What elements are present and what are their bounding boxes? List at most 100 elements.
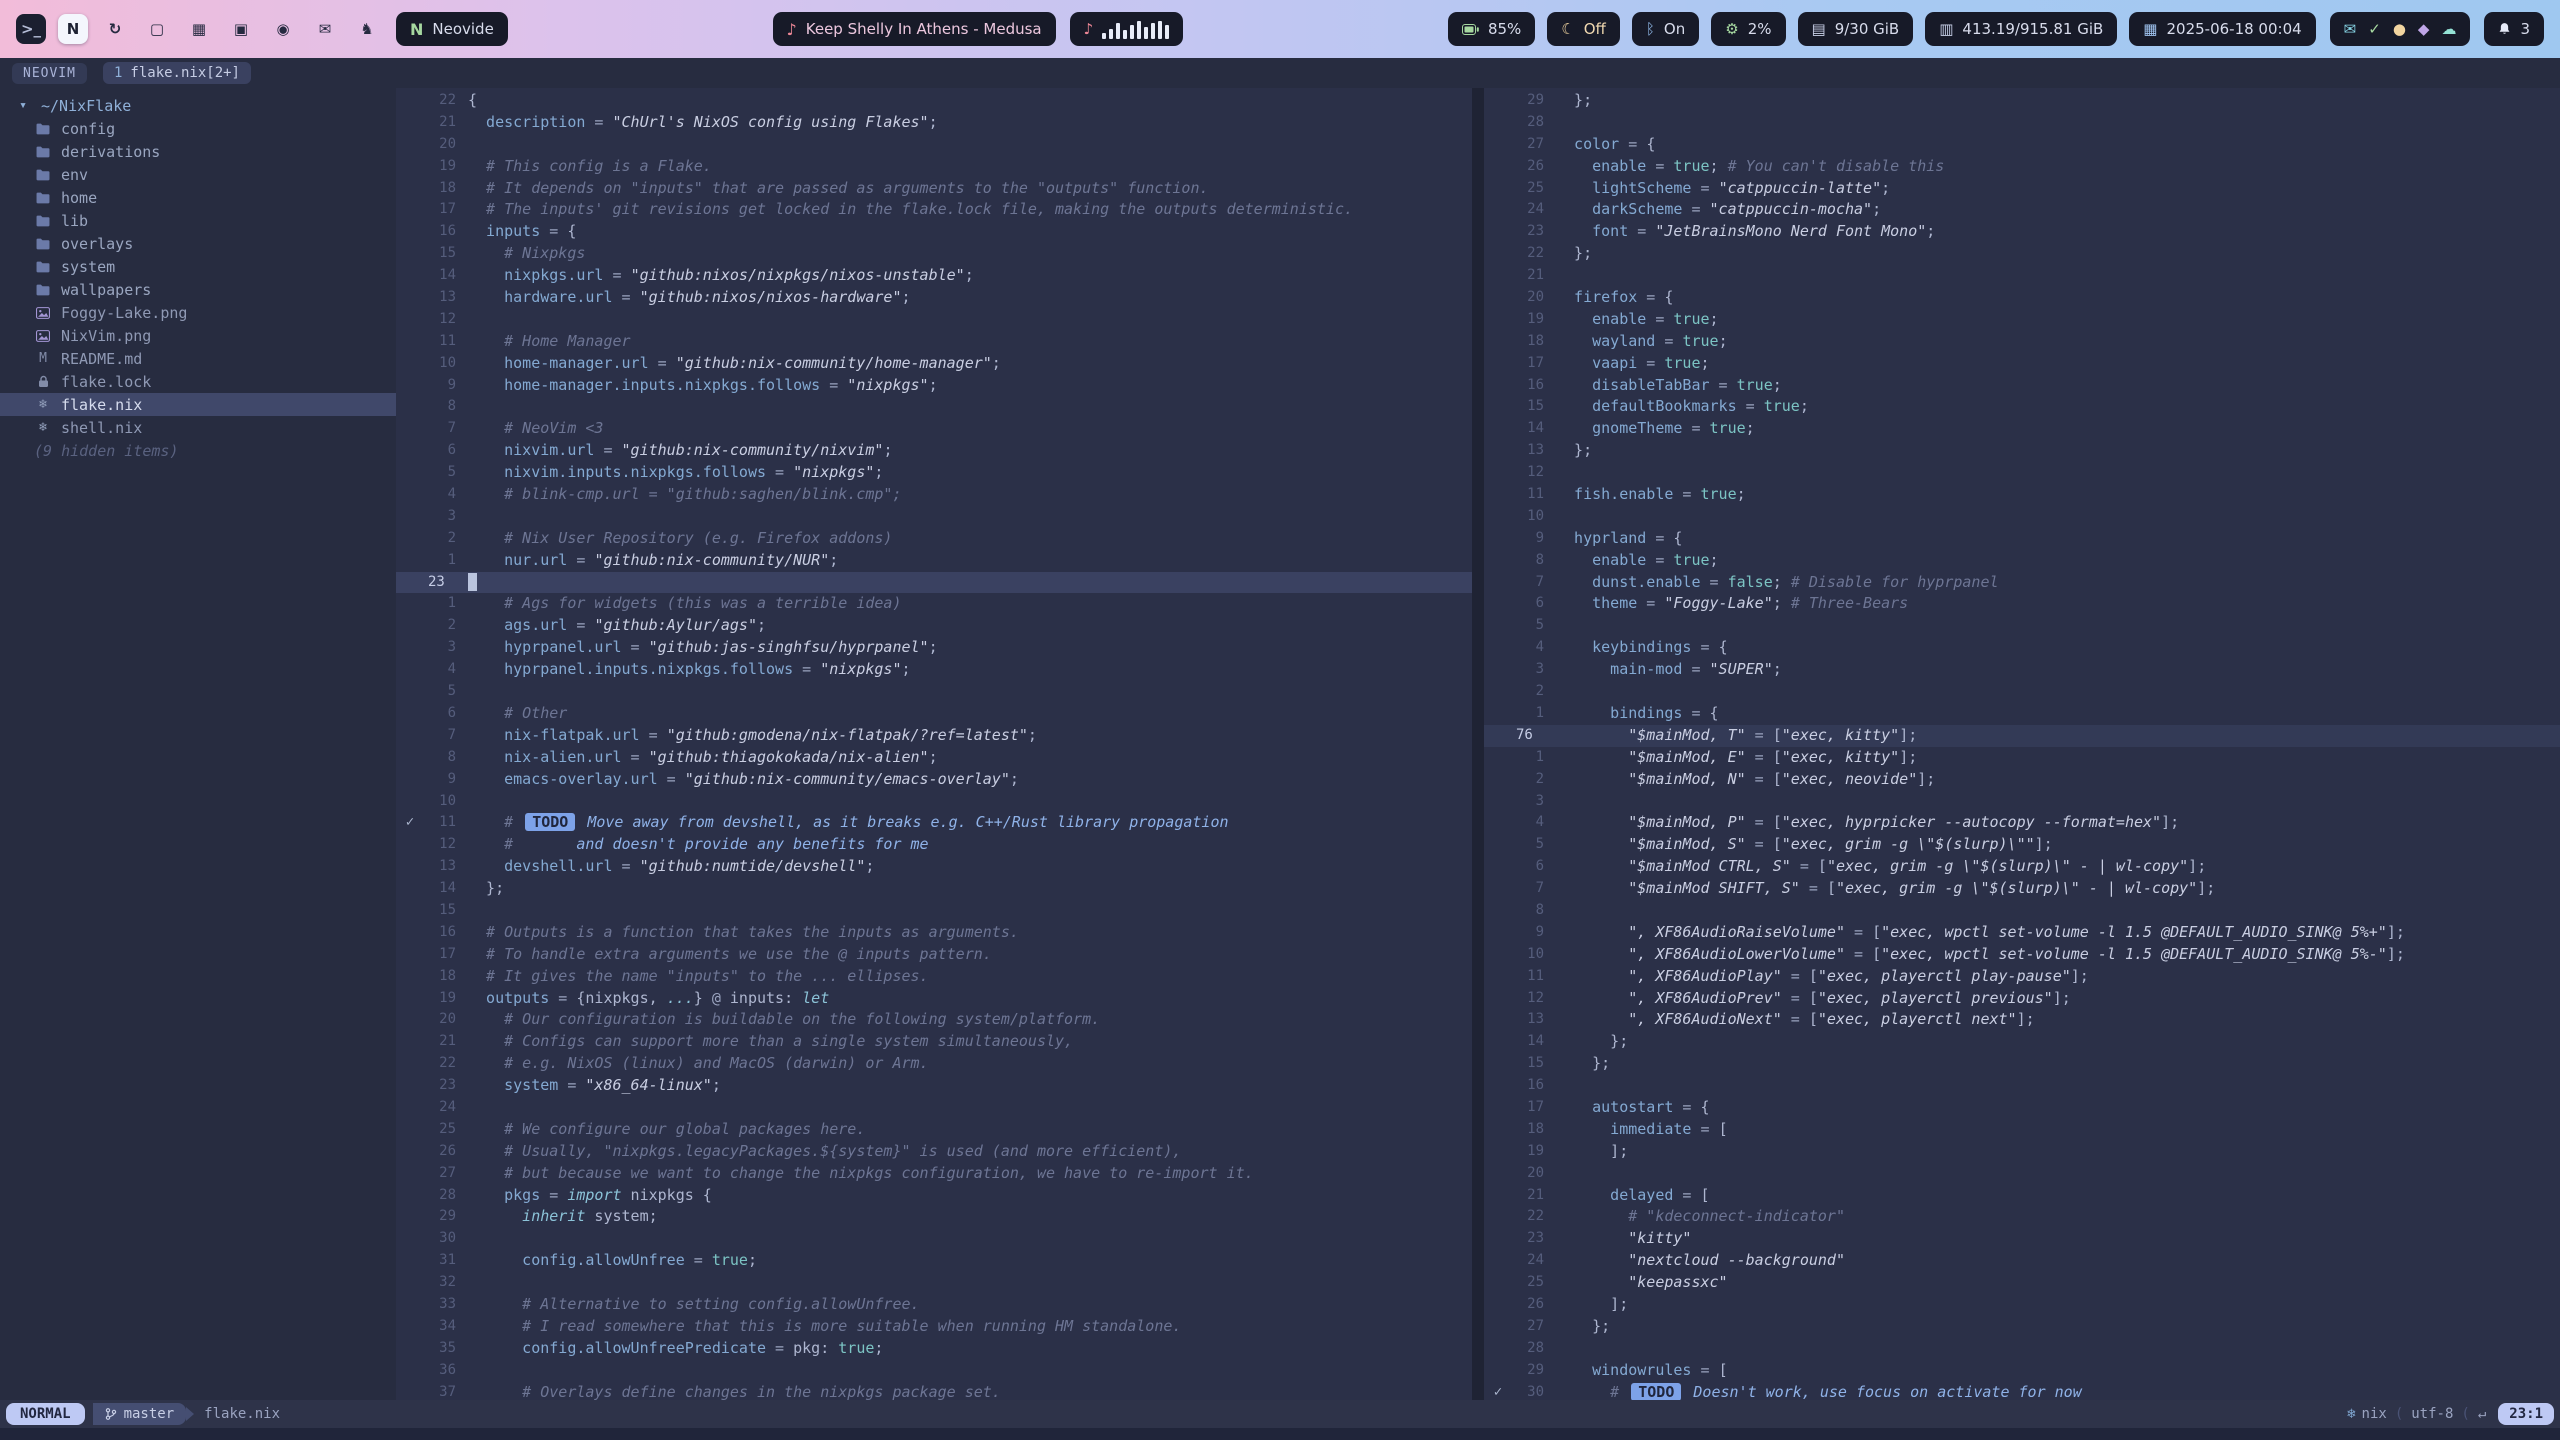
code-line[interactable]: 29 windowrules = [ xyxy=(1484,1360,2560,1382)
code-line[interactable]: 4 keybindings = { xyxy=(1484,637,2560,659)
code-line[interactable]: 21 description = "ChUrl's NixOS config u… xyxy=(396,112,1472,134)
bluetooth-chip[interactable]: ᛒOn xyxy=(1632,12,1699,46)
code-line[interactable]: 12 ", XF86AudioPrev" = ["exec, playerctl… xyxy=(1484,988,2560,1010)
code-line[interactable]: 20 # Our configuration is buildable on t… xyxy=(396,1009,1472,1031)
active-window-chip[interactable]: N Neovide xyxy=(396,12,508,46)
code-line[interactable]: 11 ", XF86AudioPlay" = ["exec, playerctl… xyxy=(1484,966,2560,988)
code-line[interactable]: 27 }; xyxy=(1484,1316,2560,1338)
code-line[interactable]: 7 # NeoVim <3 xyxy=(396,418,1472,440)
code-line[interactable]: 15 xyxy=(396,900,1472,922)
code-line[interactable]: 13 devshell.url = "github:numtide/devshe… xyxy=(396,856,1472,878)
file-tree-item-config[interactable]: config xyxy=(0,117,396,140)
code-line[interactable]: 18 immediate = [ xyxy=(1484,1119,2560,1141)
code-line[interactable]: 37 # Overlays define changes in the nixp… xyxy=(396,1382,1472,1400)
code-line[interactable]: 19 enable = true; xyxy=(1484,309,2560,331)
file-tree-item-home[interactable]: home xyxy=(0,186,396,209)
workspace-button-2[interactable]: N xyxy=(58,14,88,44)
code-line[interactable]: 13 hardware.url = "github:nixos/nixos-ha… xyxy=(396,287,1472,309)
workspace-button-4[interactable]: ▢ xyxy=(142,14,172,44)
file-tree-item-shell.nix[interactable]: ❄shell.nix xyxy=(0,416,396,439)
code-line[interactable]: 32 xyxy=(396,1272,1472,1294)
code-line[interactable]: 14 gnomeTheme = true; xyxy=(1484,418,2560,440)
code-line[interactable]: 18 # It depends on "inputs" that are pas… xyxy=(396,178,1472,200)
code-line[interactable]: 15 defaultBookmarks = true; xyxy=(1484,396,2560,418)
code-line[interactable]: 27 color = { xyxy=(1484,134,2560,156)
code-line[interactable]: 19 # This config is a Flake. xyxy=(396,156,1472,178)
code-line[interactable]: 22 # e.g. NixOS (linux) and MacOS (darwi… xyxy=(396,1053,1472,1075)
code-line[interactable]: 4 hyprpanel.inputs.nixpkgs.follows = "ni… xyxy=(396,659,1472,681)
code-line[interactable]: 20 xyxy=(1484,1163,2560,1185)
code-line[interactable]: 17 autostart = { xyxy=(1484,1097,2560,1119)
code-line[interactable]: 21 delayed = [ xyxy=(1484,1185,2560,1207)
code-line[interactable]: 1 # Ags for widgets (this was a terrible… xyxy=(396,593,1472,615)
mail-tray-icon[interactable]: ✉ xyxy=(2344,20,2357,38)
code-line[interactable]: 20 xyxy=(396,134,1472,156)
app-tray-icon[interactable]: ◆ xyxy=(2418,20,2430,38)
code-line[interactable]: 30 xyxy=(396,1228,1472,1250)
code-line[interactable]: 1 nur.url = "github:nix-community/NUR"; xyxy=(396,550,1472,572)
code-line[interactable]: 26 # Usually, "nixpkgs.legacyPackages.${… xyxy=(396,1141,1472,1163)
workspace-button-3[interactable]: ↻ xyxy=(100,14,130,44)
code-line[interactable]: 6 "$mainMod CTRL, S" = ["exec, grim -g \… xyxy=(1484,856,2560,878)
code-line[interactable]: 21 # Configs can support more than a sin… xyxy=(396,1031,1472,1053)
workspace-button-1[interactable]: >_ xyxy=(16,14,46,44)
code-line[interactable]: 9 emacs-overlay.url = "github:nix-commun… xyxy=(396,769,1472,791)
code-line[interactable]: 3 xyxy=(396,506,1472,528)
file-tree-item-NixVim.png[interactable]: NixVim.png xyxy=(0,324,396,347)
code-line[interactable]: 25 lightScheme = "catppuccin-latte"; xyxy=(1484,178,2560,200)
code-line[interactable]: 26 ]; xyxy=(1484,1294,2560,1316)
code-line[interactable]: 2 xyxy=(1484,681,2560,703)
code-line[interactable]: 11 fish.enable = true; xyxy=(1484,484,2560,506)
keepassxc-tray-icon[interactable]: ✓ xyxy=(2368,20,2381,38)
code-line[interactable]: 29 }; xyxy=(1484,90,2560,112)
code-line[interactable]: 17 vaapi = true; xyxy=(1484,353,2560,375)
code-line[interactable]: 25 # We configure our global packages he… xyxy=(396,1119,1472,1141)
code-line[interactable]: 9 ", XF86AudioRaiseVolume" = ["exec, wpc… xyxy=(1484,922,2560,944)
file-tree-item-wallpapers[interactable]: wallpapers xyxy=(0,278,396,301)
code-line[interactable]: 18 wayland = true; xyxy=(1484,331,2560,353)
code-line[interactable]: 15 }; xyxy=(1484,1053,2560,1075)
window-split-separator[interactable] xyxy=(1472,88,1484,1400)
code-line[interactable]: 2 ags.url = "github:Aylur/ags"; xyxy=(396,615,1472,637)
code-line[interactable]: 14 }; xyxy=(396,878,1472,900)
code-line[interactable]: 25 "keepassxc" xyxy=(1484,1272,2560,1294)
file-tree-item-system[interactable]: system xyxy=(0,255,396,278)
code-line[interactable]: 27 # but because we want to change the n… xyxy=(396,1163,1472,1185)
code-line[interactable]: 28 xyxy=(1484,1338,2560,1360)
code-line[interactable]: 12 xyxy=(1484,462,2560,484)
code-line[interactable]: 28 pkgs = import nixpkgs { xyxy=(396,1185,1472,1207)
code-line[interactable]: 10 xyxy=(1484,506,2560,528)
code-line[interactable]: 1 bindings = { xyxy=(1484,703,2560,725)
code-line[interactable]: ✓11 # TODO Move away from devshell, as i… xyxy=(396,812,1472,834)
code-line[interactable]: 24 xyxy=(396,1097,1472,1119)
file-tree-item-flake.lock[interactable]: flake.lock xyxy=(0,370,396,393)
code-line[interactable]: ✓30 # TODO Doesn't work, use focus_on_ac… xyxy=(1484,1382,2560,1400)
clock-chip[interactable]: ▦2025-06-18 00:04 xyxy=(2129,12,2315,46)
workspace-button-8[interactable]: ✉ xyxy=(310,14,340,44)
code-line[interactable]: 21 xyxy=(1484,265,2560,287)
code-line[interactable]: 19 outputs = {nixpkgs, ...} @ inputs: le… xyxy=(396,988,1472,1010)
code-line[interactable]: 6 # Other xyxy=(396,703,1472,725)
code-line[interactable]: 24 darkScheme = "catppuccin-mocha"; xyxy=(1484,199,2560,221)
code-line[interactable]: 4 # blink-cmp.url = "github:saghen/blink… xyxy=(396,484,1472,506)
code-line[interactable]: 28 xyxy=(1484,112,2560,134)
code-line[interactable]: 12 xyxy=(396,309,1472,331)
code-line[interactable]: 31 config.allowUnfree = true; xyxy=(396,1250,1472,1272)
workspace-button-7[interactable]: ◉ xyxy=(268,14,298,44)
code-line[interactable]: 8 xyxy=(396,396,1472,418)
cpu-chip[interactable]: ⚙2% xyxy=(1711,12,1785,46)
media-player-chip[interactable]: ♪ Keep Shelly In Athens - Medusa xyxy=(773,12,1056,46)
code-line[interactable]: 16 # Outputs is a function that takes th… xyxy=(396,922,1472,944)
code-line[interactable]: 7 dunst.enable = false; # Disable for hy… xyxy=(1484,572,2560,594)
workspace-button-5[interactable]: ▦ xyxy=(184,14,214,44)
code-line[interactable]: 33 # Alternative to setting config.allow… xyxy=(396,1294,1472,1316)
code-line[interactable]: 10 ", XF86AudioLowerVolume" = ["exec, wp… xyxy=(1484,944,2560,966)
code-line[interactable]: 11 # Home Manager xyxy=(396,331,1472,353)
code-line[interactable]: 8 nix-alien.url = "github:thiagokokada/n… xyxy=(396,747,1472,769)
code-line[interactable]: 9 home-manager.inputs.nixpkgs.follows = … xyxy=(396,375,1472,397)
code-line[interactable]: 13 ", XF86AudioNext" = ["exec, playerctl… xyxy=(1484,1009,2560,1031)
code-line[interactable]: 20 firefox = { xyxy=(1484,287,2560,309)
code-line[interactable]: 17 # To handle extra arguments we use th… xyxy=(396,944,1472,966)
code-line[interactable]: 16 disableTabBar = true; xyxy=(1484,375,2560,397)
file-tree-item-overlays[interactable]: overlays xyxy=(0,232,396,255)
